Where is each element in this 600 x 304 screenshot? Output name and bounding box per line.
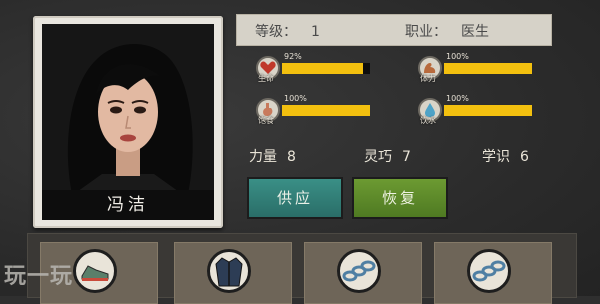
restore-button[interactable]: 恢复 (352, 177, 448, 219)
equipment-strip (27, 233, 577, 304)
chain-icon (467, 249, 511, 293)
stat-stamina: 100% 体力 (418, 52, 538, 86)
character-name: 冯洁 (42, 190, 214, 220)
attribute-knowledge: 学识 6 (482, 146, 529, 166)
equipment-slot-4[interactable] (434, 242, 552, 304)
shoes-icon (73, 249, 117, 293)
watermark: 玩一玩 (4, 264, 74, 289)
attribute-strength: 力量 8 (249, 146, 296, 166)
stat-label: 生命 (258, 74, 274, 83)
attribute-label: 力量 (249, 149, 277, 165)
stat-thirst: 100% 饮水 (418, 94, 538, 128)
supply-button[interactable]: 供应 (247, 177, 343, 219)
character-info-bar: 等级： 1 职业： 医生 (236, 14, 552, 46)
stat-bar-fill (282, 63, 363, 74)
equipment-slot-2[interactable] (174, 242, 292, 304)
attribute-dexterity: 灵巧 7 (364, 146, 411, 166)
stat-bar-track (282, 63, 370, 74)
job-label: 职业： (405, 24, 447, 40)
chain-icon (337, 249, 381, 293)
job-display: 职业： 医生 (405, 21, 489, 41)
stat-bar-fill (282, 105, 370, 116)
stat-label: 饱食 (258, 116, 274, 125)
stat-percent: 100% (446, 52, 469, 61)
level-display: 等级： 1 (255, 21, 320, 41)
equipment-slot-3[interactable] (304, 242, 422, 304)
stat-label: 体力 (420, 74, 436, 83)
stat-bar-track (444, 105, 532, 116)
job-value: 医生 (461, 24, 489, 40)
stat-percent: 92% (284, 52, 302, 61)
portrait-frame: 冯洁 (42, 24, 214, 220)
attribute-value: 8 (287, 149, 296, 165)
attribute-value: 7 (402, 149, 411, 165)
attribute-value: 6 (520, 149, 529, 165)
stat-bar-fill (444, 105, 532, 116)
level-label: 等级： (255, 24, 297, 40)
attribute-label: 灵巧 (364, 149, 392, 165)
stat-hunger: 100% 饱食 (256, 94, 376, 128)
stat-label: 饮水 (420, 116, 436, 125)
stat-bar-track (282, 105, 370, 116)
stat-percent: 100% (446, 94, 469, 103)
character-portrait-card: 冯洁 (33, 16, 223, 228)
character-portrait (42, 24, 214, 194)
level-value: 1 (311, 24, 320, 40)
stat-percent: 100% (284, 94, 307, 103)
jacket-icon (207, 249, 251, 293)
stat-bar-track (444, 63, 532, 74)
stat-health: 92% 生命 (256, 52, 376, 86)
stat-bar-fill (444, 63, 532, 74)
attribute-label: 学识 (482, 149, 510, 165)
